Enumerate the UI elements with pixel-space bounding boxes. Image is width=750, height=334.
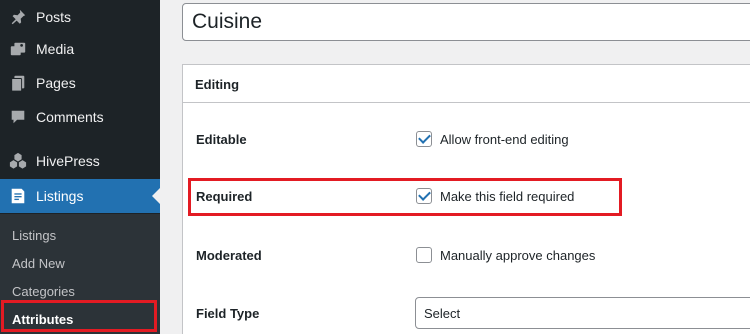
pin-icon: [8, 7, 28, 27]
sidebar-item-listings[interactable]: Listings: [0, 179, 160, 213]
editable-checkbox-row[interactable]: Allow front-end editing: [416, 131, 569, 147]
pages-icon: [8, 73, 28, 93]
admin-sidebar: Posts Media Pages Comments HivePress Lis…: [0, 0, 160, 334]
submenu-item-categories[interactable]: Categories: [12, 284, 75, 299]
listings-icon: [8, 186, 28, 206]
sidebar-item-hivepress[interactable]: HivePress: [0, 144, 160, 178]
submenu-item-add-new[interactable]: Add New: [12, 256, 65, 271]
sidebar-item-comments[interactable]: Comments: [0, 100, 160, 134]
sidebar-item-label: Pages: [36, 75, 76, 91]
title-value: Cuisine: [192, 10, 263, 33]
sidebar-item-label: Posts: [36, 9, 72, 25]
panel-title: Editing: [195, 77, 240, 92]
field-type-select-value: Select: [424, 305, 461, 321]
attributes-highlight-box: [1, 300, 157, 332]
sidebar-item-media[interactable]: Media: [0, 32, 160, 66]
media-icon: [8, 39, 28, 59]
hivepress-icon: [8, 151, 28, 171]
field-type-select[interactable]: Select: [415, 297, 750, 329]
field-type-label: Field Type: [196, 306, 260, 321]
attribute-title-input[interactable]: Cuisine: [182, 3, 750, 41]
moderated-label: Moderated: [196, 248, 262, 263]
sidebar-item-posts[interactable]: Posts: [0, 0, 160, 34]
comments-icon: [8, 107, 28, 127]
sidebar-item-label: Comments: [36, 109, 104, 125]
moderated-checkbox-label: Manually approve changes: [440, 247, 596, 263]
moderated-checkbox-row[interactable]: Manually approve changes: [416, 247, 595, 263]
sidebar-item-pages[interactable]: Pages: [0, 66, 160, 100]
sidebar-item-label: HivePress: [36, 153, 100, 169]
editable-label: Editable: [196, 132, 247, 147]
sidebar-item-label: Listings: [36, 188, 84, 204]
submenu-item-listings[interactable]: Listings: [12, 228, 56, 243]
sidebar-item-label: Media: [36, 41, 75, 57]
editable-checkbox[interactable]: [416, 131, 432, 147]
editable-checkbox-label: Allow front-end editing: [440, 131, 569, 147]
panel-header: Editing: [183, 65, 750, 103]
moderated-checkbox[interactable]: [416, 247, 432, 263]
required-highlight-box: [188, 178, 622, 216]
